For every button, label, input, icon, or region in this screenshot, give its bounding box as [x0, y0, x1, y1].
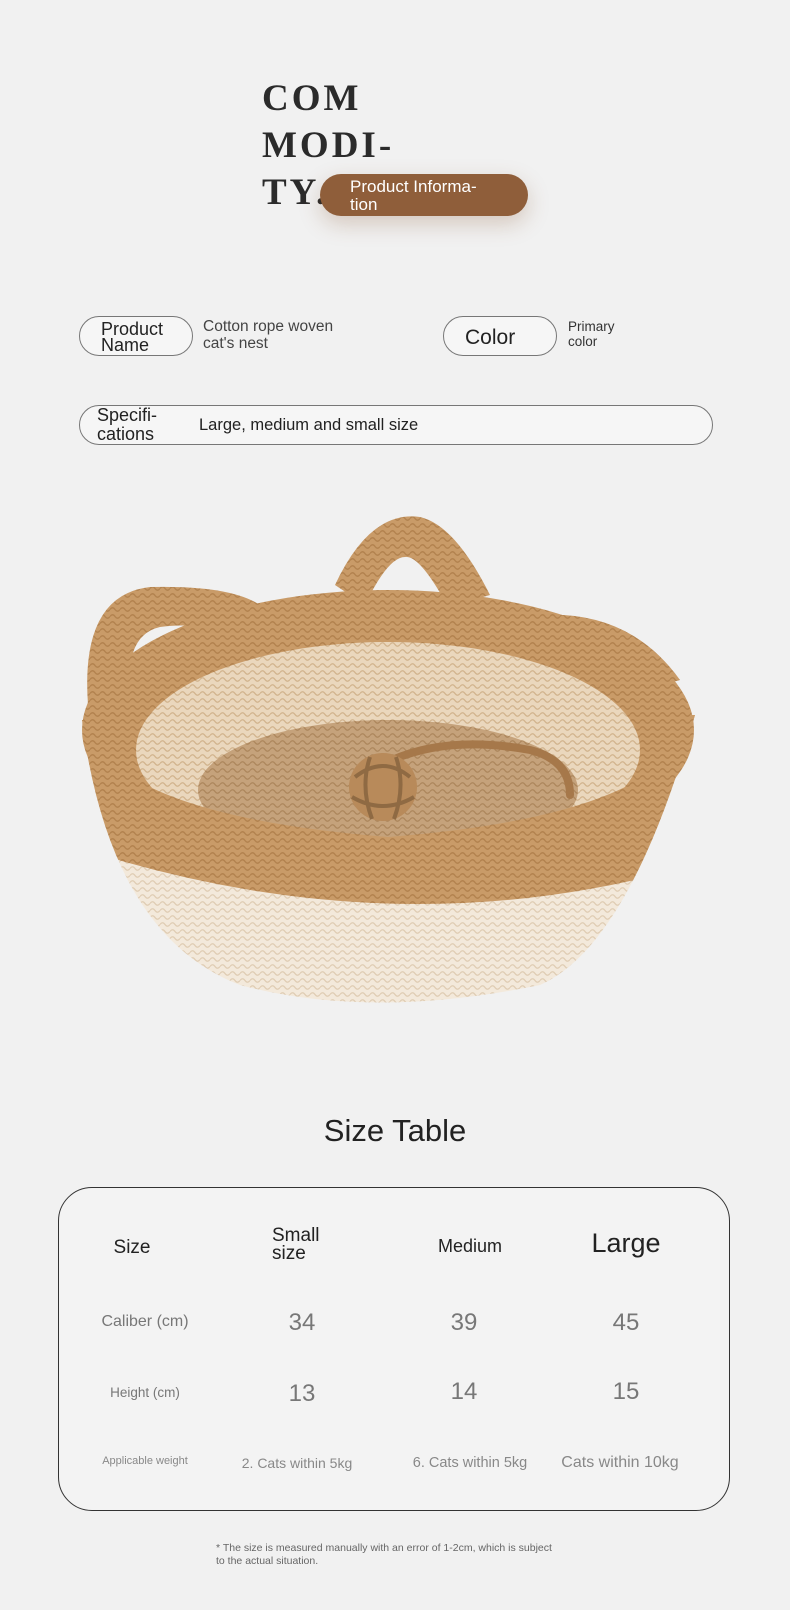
cat-nest-basket-image — [82, 516, 695, 1003]
size-table-height-medium: 14 — [450, 1378, 478, 1405]
product-name-value-line-1: Cotton rope woven — [203, 318, 334, 335]
badge-line-1: Product Informa- — [350, 177, 477, 196]
size-table-weight-small: 2. Cats within 5kg — [241, 1455, 353, 1471]
title-line-3: TY. — [262, 172, 329, 213]
size-table-title: Size Table — [323, 1113, 467, 1148]
product-name-label-pill: Product Name — [79, 316, 193, 356]
product-name-value-line-2: cat's nest — [203, 335, 268, 352]
specifications-label-line-2: cations — [97, 424, 155, 444]
title-line-2: MODI- — [262, 125, 395, 166]
size-table-caliber-large: 45 — [612, 1309, 640, 1336]
color-value-line-1: Primary — [568, 319, 615, 334]
badge-line-2: tion — [350, 195, 378, 214]
product-information-badge: Product Informa- tion — [320, 174, 528, 216]
size-table-caliber-small: 34 — [288, 1309, 316, 1336]
color-value-line-2: color — [568, 334, 598, 349]
footnote-line-1: * The size is measured manually with an … — [216, 1542, 552, 1554]
size-table-height-large: 15 — [612, 1378, 640, 1405]
size-table-height-small: 13 — [288, 1380, 316, 1407]
specifications-value: Large, medium and small size — [199, 416, 419, 434]
size-table-row-label-weight: Applicable weight — [102, 1455, 188, 1467]
size-table-header-large: Large — [591, 1228, 661, 1258]
size-table-header-small: Small size — [272, 1225, 320, 1264]
size-table-row-label-caliber: Caliber (cm) — [101, 1313, 189, 1330]
size-table-caliber-medium: 39 — [450, 1309, 478, 1336]
specifications-pill: Specifi- cations Large, medium and small… — [79, 405, 713, 445]
product-name-label-line-2: Name — [101, 335, 150, 355]
size-table-row-label-height: Height (cm) — [110, 1385, 180, 1400]
color-label: Color — [465, 326, 516, 349]
size-table-weight-large: Cats within 10kg — [561, 1454, 679, 1471]
color-label-pill: Color — [443, 316, 557, 356]
title-line-1: COM — [262, 78, 362, 119]
size-table-weight-medium: 6. Cats within 5kg — [412, 1455, 528, 1471]
specifications-label-line-1: Specifi- — [97, 405, 158, 425]
size-table-header-medium: Medium — [437, 1236, 503, 1256]
size-table-header-size: Size — [113, 1237, 151, 1258]
footnote-line-2: to the actual situation. — [216, 1555, 319, 1567]
